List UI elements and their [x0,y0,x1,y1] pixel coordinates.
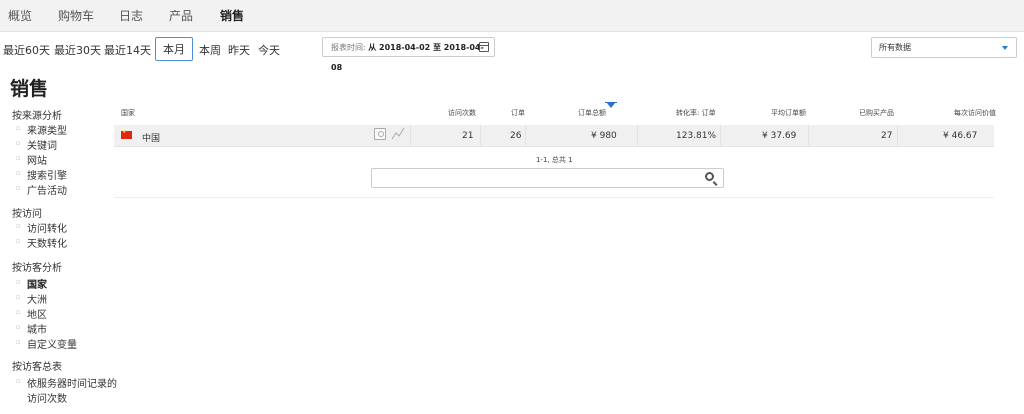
visitor-profile-icon[interactable] [374,128,386,140]
segment-select[interactable]: 所有数据 [871,37,1017,58]
cell-conversion: 123.81% [676,131,717,141]
bullet-icon: ▫ [16,308,21,316]
page-title: 销售 [10,78,49,100]
tab-sales[interactable]: 销售 [220,7,244,24]
period-today[interactable]: 今天 [258,42,280,58]
sidebar-group-source: 按来源分析 [12,111,62,122]
period-this-month[interactable]: 本月 [155,37,193,61]
table-row[interactable] [114,125,994,147]
date-range-picker[interactable]: 报表时间: 从 2018-04-02 至 2018-04-08 [322,37,495,72]
column-header-avg-order[interactable]: 平均订单额 [771,108,806,118]
column-header-revenue[interactable]: 订单总额 [578,108,606,118]
column-divider [637,125,638,146]
cell-country: 中国 [142,134,161,144]
bullet-icon: ▫ [16,222,21,230]
date-range-label: 报表时间: [331,43,366,52]
china-flag-icon [121,129,132,139]
column-header-products[interactable]: 已购买产品 [859,108,894,118]
pagination-info: 1-1, 总共 1 [536,156,573,164]
bullet-icon: ▫ [16,184,21,192]
sidebar-item-country[interactable]: 国家 [27,276,47,291]
bullet-icon: ▫ [16,293,21,301]
bullet-icon: ▫ [16,169,21,177]
column-header-country[interactable]: 国家 [121,108,135,118]
segment-value: 所有数据 [879,43,911,52]
cell-value-per-visit: ¥ 46.67 [943,131,978,141]
column-header-orders[interactable]: 订单 [511,108,525,118]
sidebar-item-visit-count[interactable]: 访问次数 [27,390,67,405]
column-divider [525,125,526,146]
top-navigation: 概览 购物车 日志 产品 销售 [0,0,1024,32]
period-last-14-days[interactable]: 最近14天 [104,42,151,58]
sidebar-group-visitors: 按访客分析 [12,263,62,274]
sidebar-item-search-engines[interactable]: 搜索引擎 [27,167,67,182]
bullet-icon: ▫ [16,377,21,385]
column-divider [897,125,898,146]
column-divider [480,125,481,146]
sidebar-item-days-conversion[interactable]: 天数转化 [27,235,67,250]
sidebar-group-visitor-log: 按访客总表 [12,362,62,373]
cell-revenue: ¥ 980 [591,131,617,141]
bullet-icon: ▫ [16,278,21,286]
bullet-icon: ▫ [16,323,21,331]
bullet-icon: ▫ [16,139,21,147]
sidebar-item-visit-conversion[interactable]: 访问转化 [27,220,67,235]
table-search-input[interactable] [371,168,724,188]
sort-desc-icon[interactable] [607,103,615,108]
column-header-conversion[interactable]: 转化率: 订单 [676,108,716,118]
column-divider [720,125,721,146]
table-divider [114,197,994,198]
period-this-week[interactable]: 本周 [199,42,221,58]
tab-products[interactable]: 产品 [169,7,193,24]
chevron-down-icon [1002,46,1008,50]
tab-log[interactable]: 日志 [119,7,143,24]
bullet-icon: ▫ [16,338,21,346]
calendar-icon[interactable] [479,42,489,52]
sidebar-item-region[interactable]: 地区 [27,306,47,321]
sidebar-item-server-time[interactable]: 依服务器时间记录的 [27,375,117,390]
sidebar-group-visits: 按访问 [12,209,42,220]
tab-cart[interactable]: 购物车 [58,7,94,24]
sidebar-item-keywords[interactable]: 关键词 [27,137,57,152]
row-evolution-icon[interactable] [391,127,405,140]
cell-orders: 26 [510,131,522,141]
sidebar-item-custom-variables[interactable]: 自定义变量 [27,336,77,351]
tab-overview[interactable]: 概览 [8,7,32,24]
column-divider [808,125,809,146]
sidebar-item-campaigns[interactable]: 广告活动 [27,182,67,197]
cell-visits: 21 [462,131,474,141]
bullet-icon: ▫ [16,154,21,162]
cell-avg-order: ¥ 37.69 [762,131,797,141]
sidebar-item-continent[interactable]: 大洲 [27,291,47,306]
column-header-visits[interactable]: 访问次数 [448,108,476,118]
sidebar-item-source-type[interactable]: 来源类型 [27,122,67,137]
period-yesterday[interactable]: 昨天 [228,42,250,58]
period-last-60-days[interactable]: 最近60天 [3,42,50,58]
cell-products: 27 [881,131,893,141]
search-icon[interactable] [705,172,714,181]
column-divider [410,125,411,146]
bullet-icon: ▫ [16,124,21,132]
period-last-30-days[interactable]: 最近30天 [54,42,101,58]
column-header-value-per-visit[interactable]: 每次访问价值 [954,108,996,118]
sidebar-item-city[interactable]: 城市 [27,321,47,336]
bullet-icon: ▫ [16,237,21,245]
sidebar-item-websites[interactable]: 网站 [27,152,47,167]
